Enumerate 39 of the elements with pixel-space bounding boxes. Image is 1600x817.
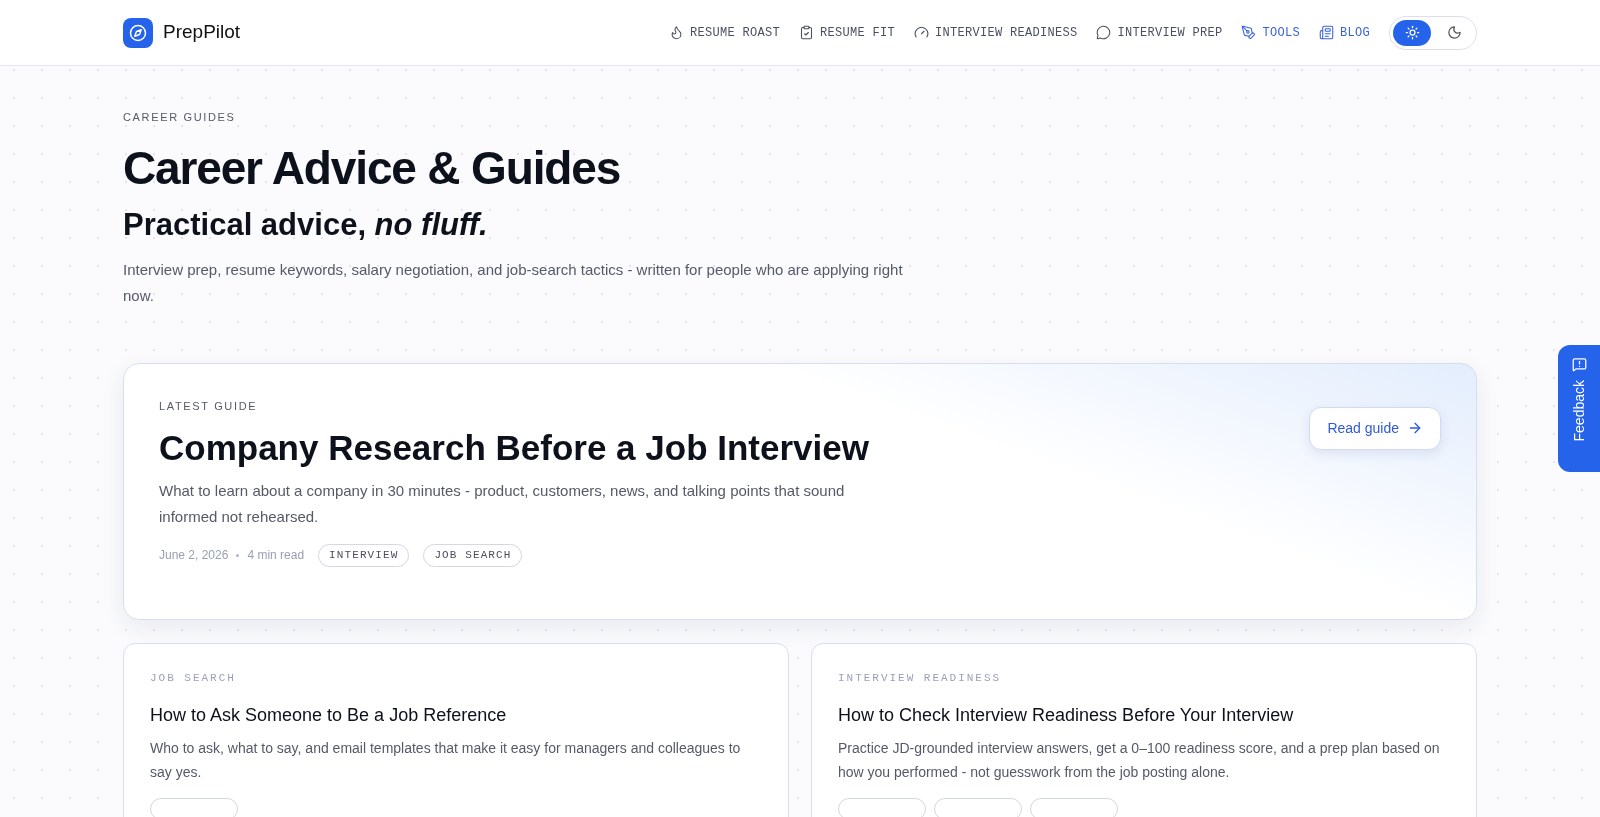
tools-icon — [1241, 25, 1257, 40]
publish-date: June 2, 2026 — [159, 547, 229, 565]
page-title: Career Advice & Guides — [123, 140, 622, 195]
card-category: JOB SEARCH — [150, 670, 237, 686]
chat-bubble-icon — [1096, 25, 1112, 40]
nav-link[interactable]: INTERVIEW PREP — [1096, 23, 1223, 42]
arrow-right-icon — [1407, 420, 1423, 436]
featured-description: What to learn about a company in 30 minutes - product, customers, news, and talking points that sound informed not rehearsed. — [159, 481, 846, 527]
page-description: Interview prep, resume keywords, salary negotiation, and job-search tactics - written for people who are applying right now. — [123, 259, 904, 306]
light-mode-button[interactable] — [1393, 19, 1431, 46]
clipboard-check-icon — [798, 25, 814, 40]
card-description: Who to ask, what to say, and email templates that make it easy for managers and colleagues to say yes. — [150, 739, 742, 782]
nav-link[interactable]: RESUME FIT — [798, 23, 895, 42]
feedback-tab[interactable]: Feedback — [1558, 345, 1600, 472]
eyebrow-label: CAREER GUIDES — [123, 110, 237, 125]
gauge-icon — [913, 25, 929, 40]
card-title: How to Check Interview Readiness Before Your Interview — [838, 704, 1295, 727]
page-subtitle: Practical advice, no fluff. — [123, 205, 489, 244]
dot-separator-icon — [236, 553, 240, 557]
nav-link[interactable]: RESUME ROAST — [668, 23, 780, 42]
feedback-icon — [1571, 357, 1587, 372]
featured-title[interactable]: Company Research Before a Job Interview — [159, 426, 869, 470]
newspaper-icon — [1319, 25, 1334, 40]
guide-card[interactable] — [811, 642, 1477, 817]
moon-icon — [1446, 25, 1462, 40]
nav-link[interactable]: TOOLS — [1241, 23, 1300, 42]
card-category: INTERVIEW READINESS — [838, 670, 1003, 686]
guide-card[interactable]: JOB SEARCH How to Ask Someone to Be a Job Reference Who to ask, what to say, and email templates that make it easy for managers and colleagues to say yes. — [123, 642, 789, 817]
brand-name[interactable]: PrepPilot — [163, 18, 241, 47]
flame-icon — [668, 25, 684, 40]
read-time: 4 min read — [247, 547, 305, 565]
nav-link[interactable]: INTERVIEW READINESS — [913, 23, 1078, 42]
nav-link[interactable]: BLOG — [1319, 23, 1370, 42]
card-description: Practice JD-grounded interview answers, get a 0–100 readiness score, and a prep plan based on how you performed - not guesswork from the job posting alone. — [838, 739, 1441, 782]
card-title: How to Ask Someone to Be a Job Reference — [150, 704, 508, 727]
read-guide-button[interactable]: Read guide — [1309, 406, 1441, 450]
compass-logo-icon[interactable] — [123, 17, 153, 48]
featured-eyebrow: LATEST GUIDE — [159, 398, 259, 414]
sun-icon — [1404, 25, 1420, 40]
